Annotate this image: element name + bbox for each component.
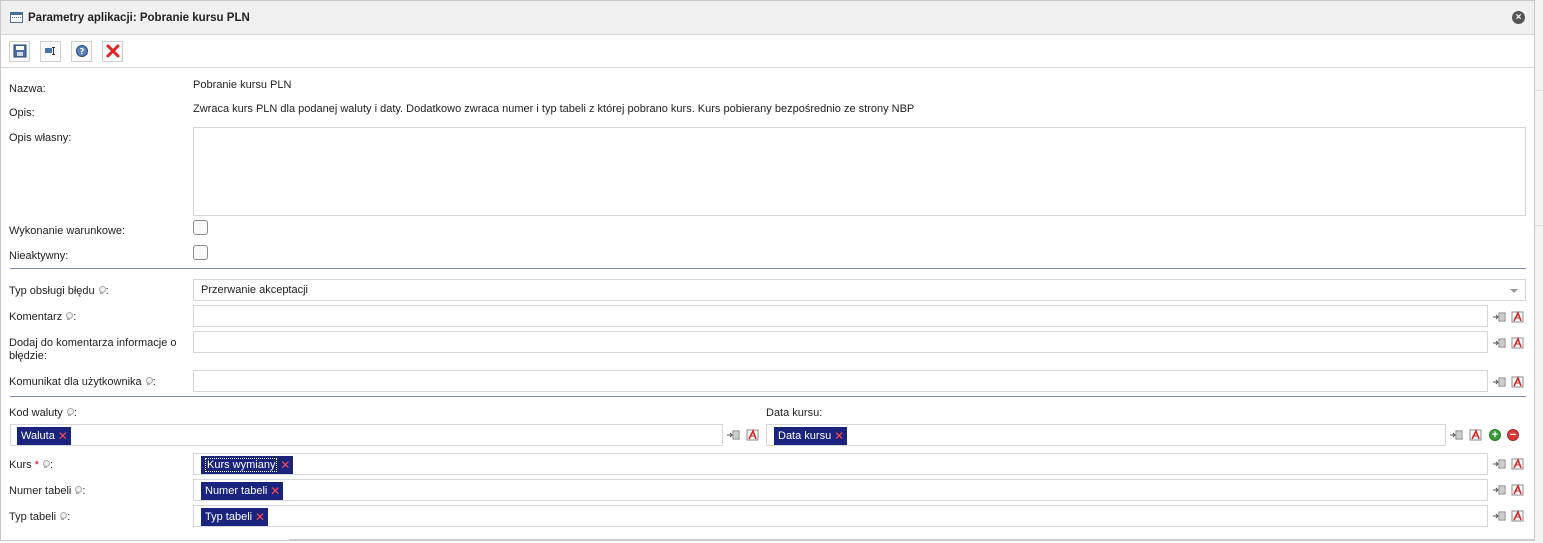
insert-variable-icon[interactable] (727, 429, 740, 441)
kurs-tag[interactable]: Kurs wymiany ✕ (201, 456, 294, 474)
insert-variable-icon[interactable] (1450, 429, 1463, 441)
remove-icon[interactable]: − (1507, 429, 1519, 441)
komunikat-label: Komunikat dla użytkownika: (9, 376, 156, 388)
nieaktywny-checkbox[interactable] (193, 245, 208, 260)
wykonanie-warunkowe-label: Wykonanie warunkowe: (9, 225, 126, 237)
data-kursu-tag[interactable]: Data kursu ✕ (774, 427, 848, 445)
nazwa-value: Pobranie kursu PLN (193, 79, 292, 91)
nazwa-label: Nazwa: (9, 83, 46, 95)
section-divider (10, 268, 1526, 269)
komentarz-label: Komentarz: (9, 311, 77, 323)
typ-tabeli-tag[interactable]: Typ tabeli ✕ (201, 508, 269, 526)
rename-button[interactable] (40, 40, 61, 62)
clear-expression-icon[interactable] (1511, 458, 1524, 470)
data-kursu-label: Data kursu: (766, 407, 823, 419)
bottom-border (289, 539, 1535, 540)
opis-wlasny-textarea[interactable] (193, 127, 1526, 216)
remove-tag-icon[interactable]: ✕ (280, 456, 290, 474)
clear-expression-icon[interactable] (1511, 484, 1524, 496)
komentarz-input[interactable] (193, 305, 1488, 327)
dodaj-komentarz-label: Dodaj do komentarza informacje o błędzie: (9, 337, 177, 362)
title-bar: Parametry aplikacji: Pobranie kursu PLN … (1, 1, 1534, 35)
hint-icon (65, 312, 74, 321)
remove-tag-icon[interactable]: ✕ (255, 508, 265, 526)
rename-icon (44, 47, 55, 55)
hint-icon (74, 486, 83, 495)
insert-variable-icon[interactable] (1493, 510, 1506, 522)
nieaktywny-label: Nieaktywny: (9, 250, 69, 262)
typ-tabeli-input[interactable]: Typ tabeli ✕ (193, 505, 1488, 527)
wykonanie-warunkowe-checkbox[interactable] (193, 220, 208, 235)
svg-text:?: ? (79, 47, 84, 56)
insert-variable-icon[interactable] (1493, 337, 1506, 349)
help-icon: ? (75, 45, 88, 57)
clear-expression-icon[interactable] (1511, 376, 1524, 388)
help-button[interactable]: ? (71, 40, 92, 62)
kurs-label: Kurs *: (9, 459, 54, 471)
dialog-title: Parametry aplikacji: Pobranie kursu PLN (28, 11, 250, 24)
table-icon (10, 12, 23, 23)
chevron-down-icon (1510, 289, 1518, 293)
clear-expression-icon[interactable] (1511, 311, 1524, 323)
kod-waluty-input[interactable]: Waluta ✕ (10, 424, 723, 446)
clear-expression-icon[interactable] (1511, 337, 1524, 349)
numer-tabeli-label: Numer tabeli: (9, 485, 86, 497)
hint-icon (98, 286, 106, 295)
hint-icon (59, 512, 68, 521)
hint-icon (42, 460, 50, 469)
add-icon[interactable]: + (1489, 429, 1501, 441)
insert-variable-icon[interactable] (1493, 311, 1506, 323)
close-icon[interactable]: × (1512, 11, 1525, 24)
numer-tabeli-input[interactable]: Numer tabeli ✕ (193, 479, 1488, 501)
insert-variable-icon[interactable] (1493, 376, 1506, 388)
opis-label: Opis: (9, 107, 35, 119)
insert-variable-icon[interactable] (1493, 484, 1506, 496)
clear-expression-icon[interactable] (1511, 510, 1524, 522)
typ-obslugi-label: Typ obsługi błędu: (9, 285, 109, 297)
delete-icon (106, 44, 119, 58)
opis-wlasny-label: Opis własny: (9, 132, 72, 144)
remove-tag-icon[interactable]: ✕ (270, 482, 280, 500)
komunikat-input[interactable] (193, 370, 1488, 392)
kod-waluty-tag[interactable]: Waluta ✕ (17, 427, 71, 445)
toolbar: ? (1, 35, 1534, 68)
typ-tabeli-label: Typ tabeli: (9, 511, 71, 523)
opis-value: Zwraca kurs PLN dla podanej waluty i dat… (193, 103, 915, 115)
dodaj-komentarz-input[interactable] (193, 331, 1488, 353)
clear-expression-icon[interactable] (1469, 429, 1482, 441)
save-icon (13, 44, 26, 58)
kod-waluty-label: Kod waluty: (9, 407, 77, 419)
delete-button[interactable] (102, 40, 123, 62)
background-panel (1535, 0, 1543, 543)
kurs-input[interactable]: Kurs wymiany ✕ (193, 453, 1488, 475)
remove-tag-icon[interactable]: ✕ (58, 427, 68, 445)
data-kursu-input[interactable]: Data kursu ✕ (766, 424, 1446, 446)
hint-icon (145, 377, 153, 386)
remove-tag-icon[interactable]: ✕ (834, 427, 844, 445)
typ-obslugi-selected: Przerwanie akceptacji (201, 284, 308, 296)
save-button[interactable] (9, 40, 30, 62)
hint-icon (66, 408, 74, 417)
typ-obslugi-select[interactable]: Przerwanie akceptacji (193, 279, 1526, 301)
section-divider (10, 396, 1526, 397)
clear-expression-icon[interactable] (746, 429, 759, 441)
numer-tabeli-tag[interactable]: Numer tabeli ✕ (201, 482, 284, 500)
insert-variable-icon[interactable] (1493, 458, 1506, 470)
